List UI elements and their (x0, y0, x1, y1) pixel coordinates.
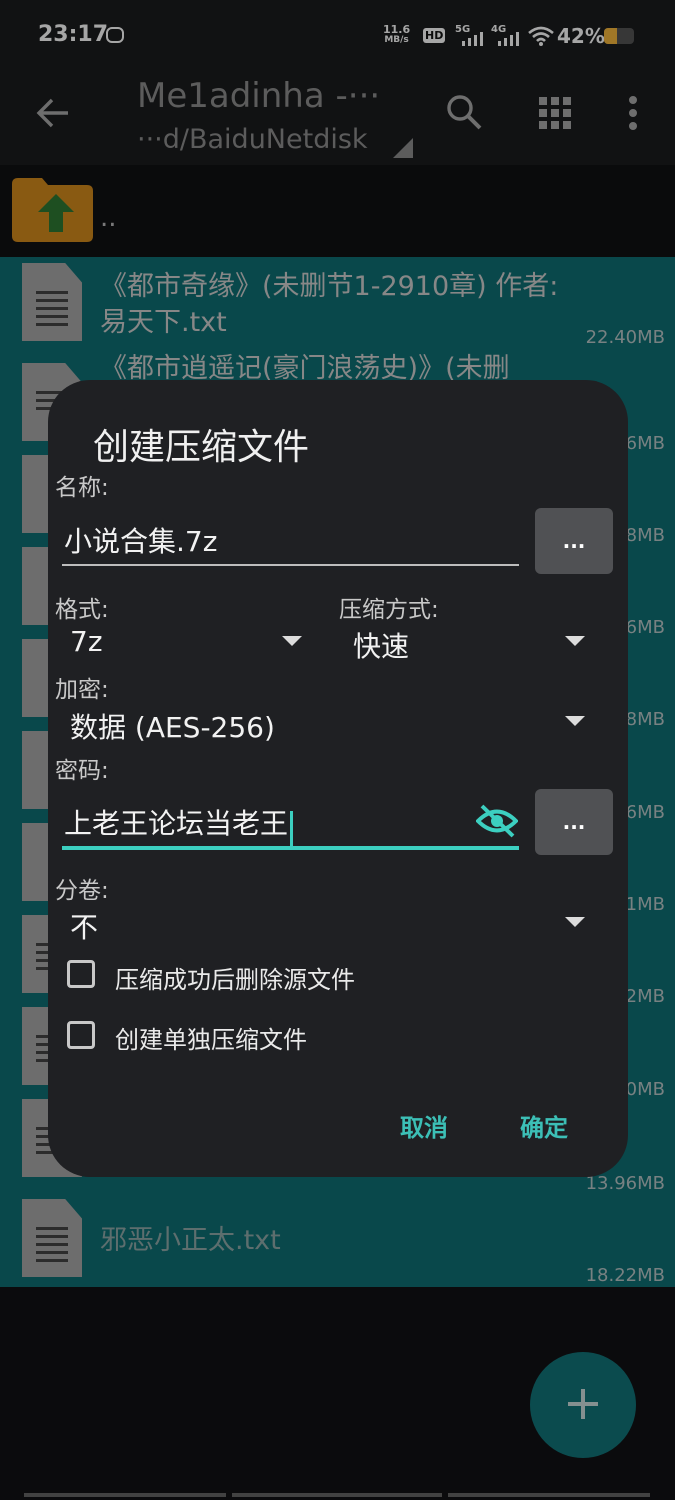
split-dropdown-icon[interactable] (565, 917, 585, 927)
ok-button[interactable]: 确定 (520, 1108, 568, 1143)
compression-method-label: 压缩方式: (339, 597, 439, 623)
encryption-dropdown-icon[interactable] (565, 716, 585, 726)
password-label: 密码: (55, 758, 109, 784)
name-input-underline (62, 564, 519, 566)
split-volume-label: 分卷: (55, 878, 109, 904)
format-dropdown-icon[interactable] (282, 636, 302, 646)
cancel-button[interactable]: 取消 (400, 1108, 448, 1143)
separate-archives-label[interactable]: 创建单独压缩文件 (115, 1020, 307, 1055)
visibility-off-icon[interactable] (476, 804, 518, 838)
format-select[interactable]: 7z (70, 625, 103, 658)
separate-archives-checkbox[interactable] (67, 1021, 95, 1049)
password-text: 上老王论坛当老王 (64, 807, 289, 840)
delete-source-checkbox[interactable] (67, 960, 95, 988)
encryption-label: 加密: (55, 677, 109, 703)
browse-name-button[interactable]: ... (535, 508, 613, 574)
compression-method-select[interactable]: 快速 (353, 625, 409, 665)
name-label: 名称: (55, 475, 109, 501)
archive-name-input[interactable]: 小说合集.7z (64, 520, 217, 560)
password-input[interactable]: 上老王论坛当老王 (64, 802, 294, 847)
method-dropdown-icon[interactable] (565, 636, 585, 646)
text-caret (290, 810, 294, 847)
encryption-select[interactable]: 数据 (AES-256) (70, 706, 275, 746)
split-volume-select[interactable]: 不 (70, 906, 98, 946)
password-input-underline (62, 846, 519, 850)
format-label: 格式: (55, 597, 109, 623)
create-archive-dialog: 创建压缩文件 名称: 小说合集.7z ... 格式: 7z 压缩方式: 快速 加… (48, 380, 628, 1177)
browse-password-button[interactable]: ... (535, 789, 613, 855)
delete-source-label[interactable]: 压缩成功后删除源文件 (115, 960, 355, 995)
dialog-title: 创建压缩文件 (93, 427, 310, 468)
